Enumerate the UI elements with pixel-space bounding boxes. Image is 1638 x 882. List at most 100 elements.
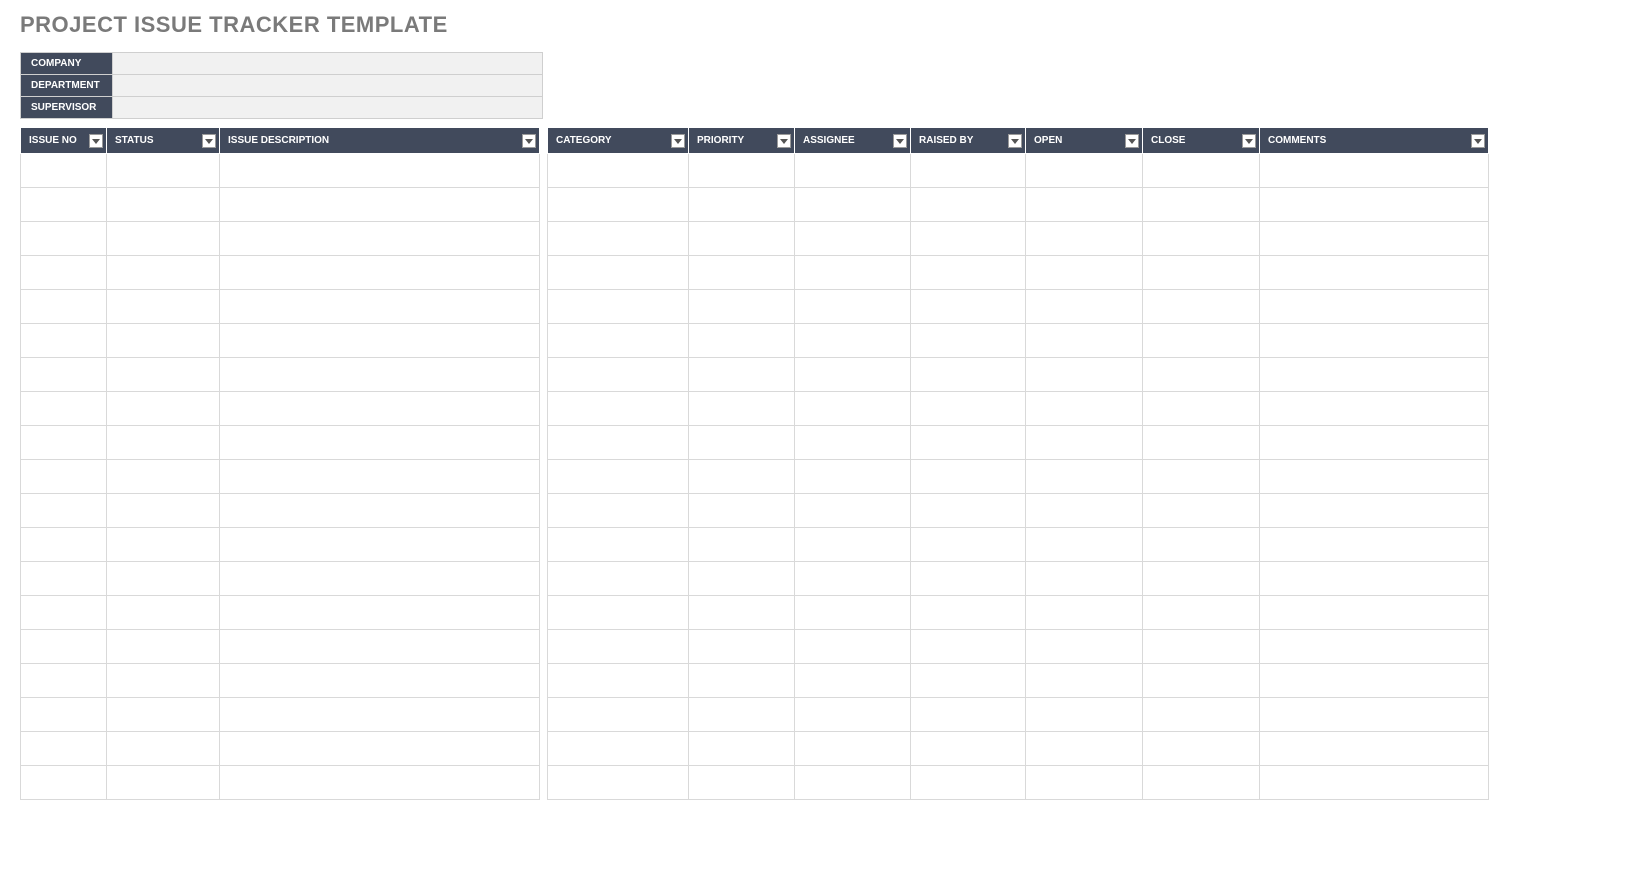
cell-open[interactable] bbox=[1026, 698, 1143, 732]
cell-close[interactable] bbox=[1143, 256, 1260, 290]
cell-issue-no[interactable] bbox=[21, 596, 107, 630]
cell-comments[interactable] bbox=[1260, 562, 1489, 596]
col-issue-description[interactable]: ISSUE DESCRIPTION bbox=[220, 128, 540, 154]
cell-close[interactable] bbox=[1143, 562, 1260, 596]
cell-assignee[interactable] bbox=[795, 188, 911, 222]
cell-close[interactable] bbox=[1143, 392, 1260, 426]
cell-issue-description[interactable] bbox=[220, 460, 540, 494]
cell-issue-description[interactable] bbox=[220, 256, 540, 290]
cell-raised-by[interactable] bbox=[911, 426, 1026, 460]
cell-issue-description[interactable] bbox=[220, 732, 540, 766]
cell-issue-description[interactable] bbox=[220, 630, 540, 664]
cell-priority[interactable] bbox=[689, 664, 795, 698]
cell-open[interactable] bbox=[1026, 324, 1143, 358]
cell-comments[interactable] bbox=[1260, 732, 1489, 766]
filter-dropdown-icon[interactable] bbox=[1471, 134, 1485, 148]
cell-comments[interactable] bbox=[1260, 528, 1489, 562]
cell-priority[interactable] bbox=[689, 358, 795, 392]
cell-issue-no[interactable] bbox=[21, 664, 107, 698]
cell-issue-no[interactable] bbox=[21, 222, 107, 256]
cell-close[interactable] bbox=[1143, 630, 1260, 664]
cell-issue-description[interactable] bbox=[220, 358, 540, 392]
filter-dropdown-icon[interactable] bbox=[1008, 134, 1022, 148]
cell-raised-by[interactable] bbox=[911, 290, 1026, 324]
cell-assignee[interactable] bbox=[795, 426, 911, 460]
cell-status[interactable] bbox=[107, 528, 220, 562]
cell-priority[interactable] bbox=[689, 324, 795, 358]
filter-dropdown-icon[interactable] bbox=[893, 134, 907, 148]
cell-open[interactable] bbox=[1026, 596, 1143, 630]
cell-close[interactable] bbox=[1143, 494, 1260, 528]
cell-priority[interactable] bbox=[689, 732, 795, 766]
cell-raised-by[interactable] bbox=[911, 562, 1026, 596]
cell-issue-no[interactable] bbox=[21, 154, 107, 188]
cell-assignee[interactable] bbox=[795, 256, 911, 290]
cell-assignee[interactable] bbox=[795, 732, 911, 766]
cell-assignee[interactable] bbox=[795, 154, 911, 188]
cell-comments[interactable] bbox=[1260, 766, 1489, 800]
cell-raised-by[interactable] bbox=[911, 766, 1026, 800]
cell-status[interactable] bbox=[107, 562, 220, 596]
cell-open[interactable] bbox=[1026, 222, 1143, 256]
supervisor-input[interactable] bbox=[113, 97, 543, 119]
cell-issue-description[interactable] bbox=[220, 154, 540, 188]
cell-close[interactable] bbox=[1143, 154, 1260, 188]
cell-priority[interactable] bbox=[689, 426, 795, 460]
cell-open[interactable] bbox=[1026, 766, 1143, 800]
cell-close[interactable] bbox=[1143, 324, 1260, 358]
cell-close[interactable] bbox=[1143, 188, 1260, 222]
cell-status[interactable] bbox=[107, 392, 220, 426]
cell-priority[interactable] bbox=[689, 596, 795, 630]
filter-dropdown-icon[interactable] bbox=[89, 134, 103, 148]
cell-status[interactable] bbox=[107, 426, 220, 460]
cell-close[interactable] bbox=[1143, 426, 1260, 460]
cell-assignee[interactable] bbox=[795, 392, 911, 426]
cell-raised-by[interactable] bbox=[911, 222, 1026, 256]
cell-category[interactable] bbox=[548, 528, 689, 562]
filter-dropdown-icon[interactable] bbox=[671, 134, 685, 148]
cell-comments[interactable] bbox=[1260, 698, 1489, 732]
cell-assignee[interactable] bbox=[795, 596, 911, 630]
cell-issue-no[interactable] bbox=[21, 698, 107, 732]
cell-raised-by[interactable] bbox=[911, 528, 1026, 562]
cell-category[interactable] bbox=[548, 766, 689, 800]
cell-assignee[interactable] bbox=[795, 358, 911, 392]
cell-priority[interactable] bbox=[689, 766, 795, 800]
cell-close[interactable] bbox=[1143, 596, 1260, 630]
cell-open[interactable] bbox=[1026, 664, 1143, 698]
cell-raised-by[interactable] bbox=[911, 698, 1026, 732]
cell-priority[interactable] bbox=[689, 494, 795, 528]
cell-category[interactable] bbox=[548, 324, 689, 358]
cell-close[interactable] bbox=[1143, 290, 1260, 324]
cell-assignee[interactable] bbox=[795, 766, 911, 800]
cell-category[interactable] bbox=[548, 732, 689, 766]
cell-category[interactable] bbox=[548, 460, 689, 494]
cell-open[interactable] bbox=[1026, 358, 1143, 392]
cell-issue-no[interactable] bbox=[21, 630, 107, 664]
cell-issue-description[interactable] bbox=[220, 188, 540, 222]
col-comments[interactable]: COMMENTS bbox=[1260, 128, 1489, 154]
col-close[interactable]: CLOSE bbox=[1143, 128, 1260, 154]
cell-status[interactable] bbox=[107, 766, 220, 800]
cell-raised-by[interactable] bbox=[911, 630, 1026, 664]
cell-priority[interactable] bbox=[689, 222, 795, 256]
cell-priority[interactable] bbox=[689, 392, 795, 426]
cell-comments[interactable] bbox=[1260, 596, 1489, 630]
filter-dropdown-icon[interactable] bbox=[1125, 134, 1139, 148]
cell-close[interactable] bbox=[1143, 222, 1260, 256]
cell-status[interactable] bbox=[107, 222, 220, 256]
cell-issue-no[interactable] bbox=[21, 392, 107, 426]
cell-raised-by[interactable] bbox=[911, 188, 1026, 222]
cell-status[interactable] bbox=[107, 290, 220, 324]
cell-status[interactable] bbox=[107, 732, 220, 766]
cell-priority[interactable] bbox=[689, 460, 795, 494]
cell-issue-description[interactable] bbox=[220, 324, 540, 358]
cell-category[interactable] bbox=[548, 698, 689, 732]
cell-comments[interactable] bbox=[1260, 324, 1489, 358]
cell-issue-description[interactable] bbox=[220, 290, 540, 324]
cell-status[interactable] bbox=[107, 596, 220, 630]
cell-comments[interactable] bbox=[1260, 426, 1489, 460]
cell-assignee[interactable] bbox=[795, 528, 911, 562]
cell-issue-description[interactable] bbox=[220, 222, 540, 256]
cell-category[interactable] bbox=[548, 426, 689, 460]
